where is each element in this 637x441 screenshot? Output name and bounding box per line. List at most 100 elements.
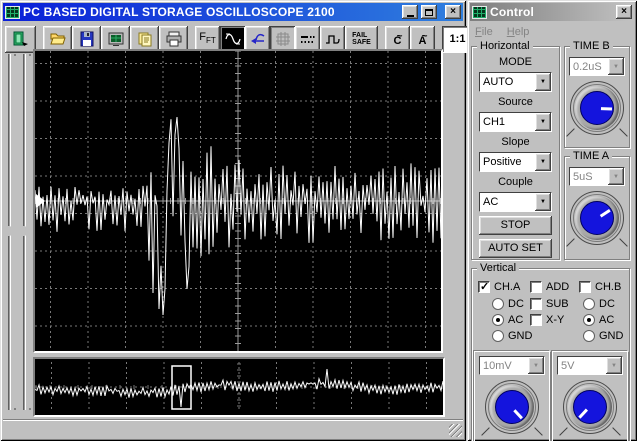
- channel-a-ac[interactable]: AC: [492, 314, 523, 326]
- channel-a-gain-knob[interactable]: [481, 380, 543, 436]
- control-close-button[interactable]: ×: [616, 5, 632, 19]
- knob-min-tick: [559, 427, 568, 436]
- channel-a-ac-radio[interactable]: [492, 314, 504, 326]
- oscilloscope-main-window: PC BASED DIGITAL STORAGE OSCILLOSCOPE 21…: [0, 0, 508, 441]
- xy-mode[interactable]: X-Y: [530, 314, 564, 326]
- horizontal-group: Horizontal MODE AUTO ▼ Source CH1 ▼ Slop…: [471, 40, 560, 260]
- channel-b-ac-radio[interactable]: [583, 314, 595, 326]
- sine-wave-icon: [224, 33, 241, 45]
- sub-checkbox[interactable]: [530, 298, 542, 310]
- close-button[interactable]: ×: [445, 5, 461, 19]
- resize-grip[interactable]: [449, 424, 462, 437]
- channel-a-enable[interactable]: CH.A: [478, 280, 520, 293]
- channel-b-slider-thumb[interactable]: [19, 226, 30, 236]
- slider-tick: [29, 54, 31, 56]
- channel-b-position-slider[interactable]: [18, 52, 32, 412]
- channel-b-panel: 5V ▼: [552, 351, 628, 441]
- maximize-icon: [425, 8, 433, 16]
- time-b-knob[interactable]: [566, 81, 628, 137]
- channel-b-range-select[interactable]: 5V ▼: [557, 356, 623, 375]
- source-value: CH1: [480, 113, 535, 131]
- channel-a-panel: 10mV ▼: [474, 351, 550, 441]
- chevron-down-icon[interactable]: ▼: [606, 357, 622, 374]
- couple-select[interactable]: AC ▼: [479, 192, 552, 212]
- failsafe-label: FAIL SAFE: [352, 32, 371, 46]
- sub-mode[interactable]: SUB: [530, 298, 569, 310]
- channel-a-range-select[interactable]: 10mV ▼: [479, 356, 545, 375]
- time-a-group: TIME A 5uS ▼: [564, 150, 630, 260]
- menu-bar: File Help: [471, 23, 633, 40]
- slope-label: Slope: [501, 136, 530, 148]
- slope-select[interactable]: Positive ▼: [479, 152, 552, 172]
- add-mode[interactable]: ADD: [530, 281, 569, 293]
- vertical-group-label: Vertical: [477, 262, 520, 274]
- xy-checkbox[interactable]: [530, 314, 542, 326]
- horizontal-group-label: Horizontal: [477, 40, 533, 52]
- channel-b-enable[interactable]: CH.B: [579, 281, 621, 293]
- channel-b-gnd-radio[interactable]: [583, 330, 595, 342]
- exit-button[interactable]: [5, 25, 36, 53]
- control-window-title: Control: [490, 5, 535, 19]
- add-checkbox[interactable]: [530, 281, 542, 293]
- channel-a-dc-radio[interactable]: [492, 298, 504, 310]
- channel-a-checkbox[interactable]: [478, 280, 490, 293]
- chevron-down-icon[interactable]: ▼: [535, 193, 551, 211]
- channel-b-dc-radio[interactable]: [583, 298, 595, 310]
- chevron-down-icon[interactable]: ▼: [535, 73, 551, 91]
- chevron-down-icon[interactable]: ▼: [608, 58, 624, 75]
- gnd-label: GND: [599, 330, 624, 342]
- time-b-select[interactable]: 0.2uS ▼: [569, 57, 625, 76]
- chevron-down-icon[interactable]: ▼: [608, 168, 624, 185]
- source-select[interactable]: CH1 ▼: [479, 112, 552, 132]
- control-title-bar[interactable]: Control ×: [470, 3, 634, 21]
- ac-label: AC: [599, 314, 615, 326]
- channel-b-gain-knob[interactable]: [559, 380, 621, 436]
- main-scope-display[interactable]: [33, 49, 443, 353]
- vertical-group: Vertical CH.A ADD CH.B DC AC GND SUB: [471, 262, 630, 441]
- channel-a-slider-thumb[interactable]: [4, 226, 15, 236]
- dc-label: DC: [508, 298, 524, 310]
- knob-max-tick: [619, 128, 628, 137]
- time-a-knob[interactable]: [566, 191, 628, 247]
- channel-a-position-slider[interactable]: [3, 52, 17, 412]
- time-b-value: 0.2uS: [570, 58, 608, 75]
- menu-help[interactable]: Help: [507, 26, 530, 38]
- slider-tick: [14, 408, 16, 410]
- mode-value: AUTO: [480, 73, 535, 91]
- channel-b-ac[interactable]: AC: [583, 314, 614, 326]
- control-window: Control × File Help Horizontal MODE AUTO…: [467, 0, 637, 441]
- mode-select[interactable]: AUTO ▼: [479, 72, 552, 92]
- chevron-down-icon[interactable]: ▼: [535, 153, 551, 171]
- amp-a-label: ~ A: [418, 31, 428, 47]
- display-capture-icon: [108, 32, 123, 46]
- open-folder-icon: [49, 33, 66, 45]
- stop-button[interactable]: STOP: [479, 216, 552, 235]
- minimize-icon: [406, 14, 414, 17]
- auto-set-button[interactable]: AUTO SET: [479, 239, 552, 258]
- channel-a-gnd-radio[interactable]: [492, 330, 504, 342]
- chevron-down-icon[interactable]: ▼: [528, 357, 544, 374]
- overview-scope-display[interactable]: [33, 357, 445, 417]
- main-title-bar[interactable]: PC BASED DIGITAL STORAGE OSCILLOSCOPE 21…: [3, 3, 463, 21]
- knob-min-tick: [566, 128, 575, 137]
- app-icon: [5, 5, 20, 19]
- knob-pointer: [579, 90, 614, 125]
- slope-value: Positive: [480, 153, 535, 171]
- channel-a-dc[interactable]: DC: [492, 298, 524, 310]
- knob-max-tick: [534, 427, 543, 436]
- sub-label: SUB: [546, 298, 569, 310]
- channel-b-gnd[interactable]: GND: [583, 330, 623, 342]
- square-wave-icon: [325, 35, 340, 44]
- time-a-value: 5uS: [570, 168, 608, 185]
- minimize-button[interactable]: [402, 5, 418, 19]
- dc-label: DC: [599, 298, 615, 310]
- time-a-select[interactable]: 5uS ▼: [569, 167, 625, 186]
- menu-file[interactable]: File: [475, 26, 493, 38]
- notes-icon: [138, 32, 151, 47]
- channel-a-gnd[interactable]: GND: [492, 330, 532, 342]
- channel-b-checkbox[interactable]: [579, 281, 591, 293]
- chevron-down-icon[interactable]: ▼: [535, 113, 551, 131]
- maximize-button[interactable]: [421, 5, 437, 19]
- couple-value: AC: [480, 193, 535, 211]
- channel-b-dc[interactable]: DC: [583, 298, 615, 310]
